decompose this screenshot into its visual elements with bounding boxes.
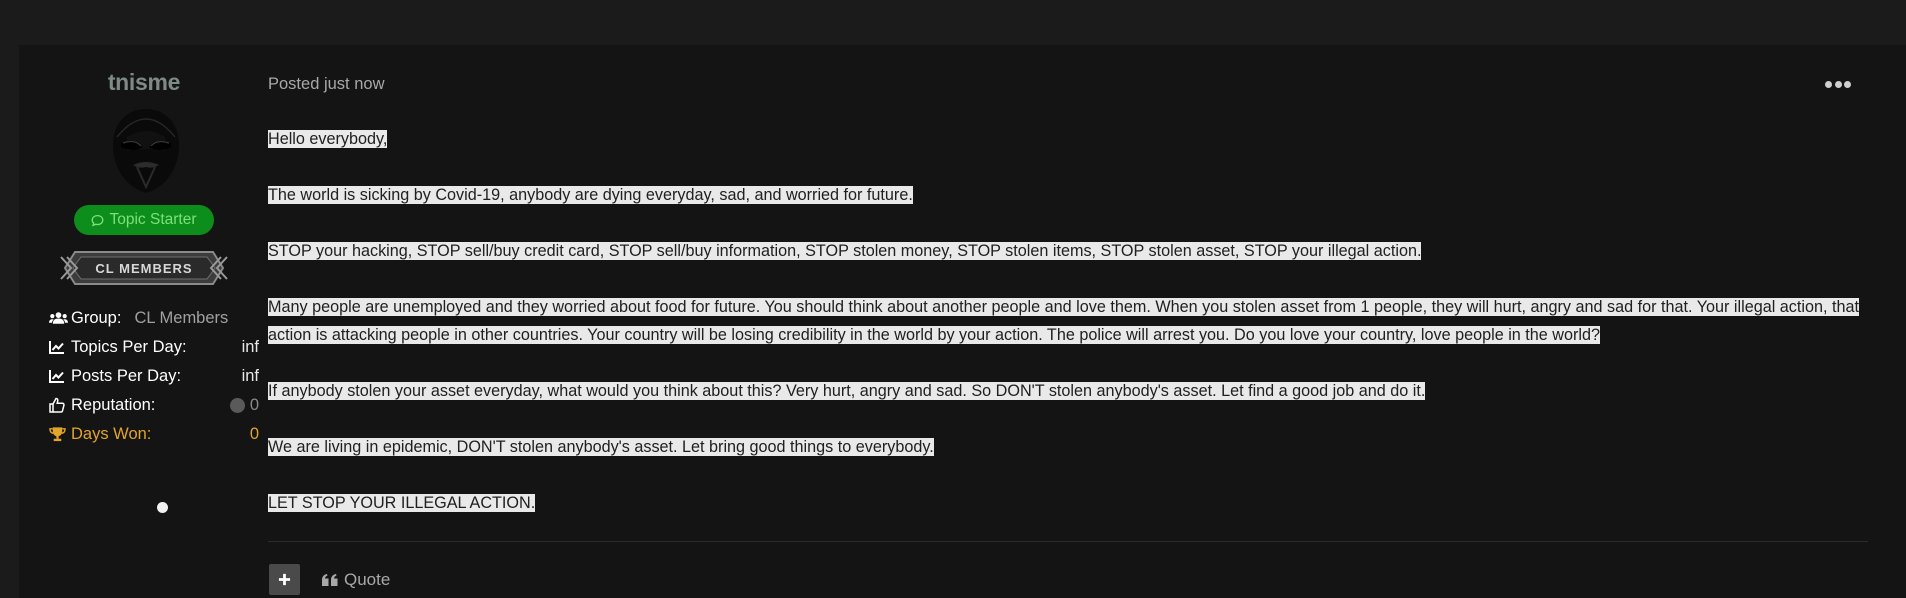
- stat-topics: Topics Per Day: inf: [49, 336, 259, 358]
- stat-reputation-value: 0: [249, 395, 259, 414]
- stat-reputation-label: Reputation:: [71, 395, 156, 414]
- plus-icon: [278, 573, 291, 586]
- author-username[interactable]: tnisme: [19, 69, 269, 96]
- stat-posts-label: Posts Per Day:: [71, 366, 182, 385]
- chart-line-icon: [49, 370, 64, 383]
- post-paragraph: The world is sicking by Covid-19, anybod…: [268, 186, 913, 204]
- quote-button[interactable]: Quote: [322, 568, 390, 592]
- stat-topics-value: inf: [241, 337, 259, 356]
- post-options-ellipsis-icon[interactable]: [1825, 76, 1851, 92]
- online-status-indicator: [157, 502, 168, 513]
- stat-topics-label: Topics Per Day:: [71, 337, 187, 356]
- post-paragraph: STOP your hacking, STOP sell/buy credit …: [268, 242, 1422, 260]
- stat-posts: Posts Per Day: inf: [49, 365, 259, 387]
- post-footer-divider: [268, 541, 1868, 542]
- post-paragraph: LET STOP YOUR ILLEGAL ACTION.: [268, 494, 536, 512]
- stat-group-value: CL Members: [134, 308, 229, 327]
- post-paragraph: If anybody stolen your asset everyday, w…: [268, 382, 1426, 400]
- multiquote-add-button[interactable]: [269, 564, 300, 595]
- rank-badge: CL MEMBERS: [60, 251, 228, 285]
- rank-label: CL MEMBERS: [95, 261, 192, 276]
- author-avatar[interactable]: [107, 107, 185, 195]
- trophy-icon: [49, 427, 66, 442]
- post-meta[interactable]: Posted just now: [268, 75, 384, 94]
- comment-icon: [92, 214, 104, 226]
- post-paragraph: Hello everybody,: [268, 130, 388, 148]
- reputation-badge[interactable]: 0: [229, 395, 259, 415]
- stat-reputation: Reputation: 0: [49, 394, 259, 416]
- stat-group-label: Group:: [71, 308, 122, 327]
- chart-line-icon: [49, 341, 64, 354]
- reputation-dot-icon: [229, 397, 245, 413]
- quote-icon: [322, 573, 338, 586]
- thumbs-up-icon: [49, 397, 65, 413]
- stat-days-won-value: 0: [249, 424, 259, 443]
- quote-label: Quote: [344, 570, 391, 589]
- topic-starter-badge: Topic Starter: [74, 205, 214, 235]
- stat-posts-value: inf: [241, 366, 259, 385]
- topic-starter-label: Topic Starter: [109, 211, 197, 228]
- post-paragraph: Many people are unemployed and they worr…: [268, 298, 1859, 344]
- post-paragraph: We are living in epidemic, DON'T stolen …: [268, 438, 934, 456]
- forum-post: tnisme Topic Starter CL MEMBERS Group: C…: [19, 45, 1906, 598]
- stat-days-won[interactable]: Days Won: 0: [49, 423, 259, 445]
- users-icon: [49, 312, 68, 324]
- author-panel: tnisme Topic Starter CL MEMBERS Group: C…: [19, 45, 269, 598]
- stat-group: Group: CL Members: [49, 307, 259, 329]
- stat-days-won-label: Days Won:: [71, 424, 152, 443]
